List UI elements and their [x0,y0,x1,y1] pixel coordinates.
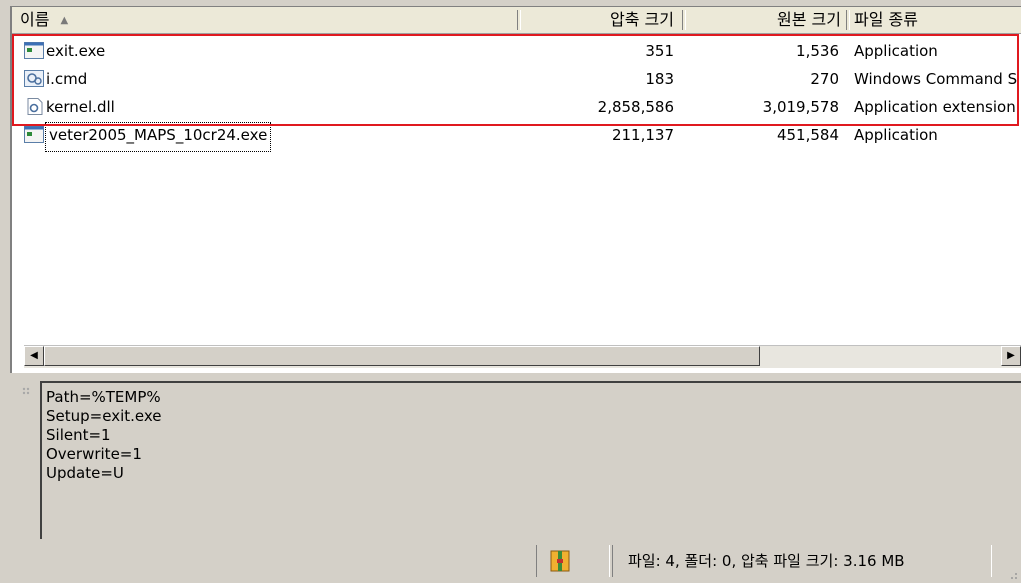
comment-line: Update=U [46,464,124,482]
dll-file-icon [27,98,43,115]
original-size: 3,019,578 [762,98,839,116]
column-name[interactable]: 이름 ▲ [20,7,520,33]
arrow-right-icon: ▶ [1007,350,1015,361]
comment-line: Overwrite=1 [46,445,142,463]
compressed-size: 2,858,586 [597,98,674,116]
scroll-left-button[interactable]: ◀ [24,346,44,366]
compressed-size: 183 [645,70,674,88]
file-name: kernel.dll [46,98,115,116]
file-name: i.cmd [46,70,88,88]
column-compressed-size[interactable]: 압축 크기 [522,7,680,33]
column-divider[interactable] [846,10,850,30]
file-name: exit.exe [46,42,106,60]
file-name: veter2005_MAPS_10cr24.exe [45,122,272,152]
file-type: Application [854,126,938,144]
file-type: Application extension [854,98,1016,116]
scrollbar-thumb[interactable] [44,346,760,366]
compressed-size: 351 [645,42,674,60]
archive-comment-panel: Path=%TEMP% Setup=exit.exe Silent=1 Over… [40,381,1021,539]
status-segment [536,545,610,577]
column-original-size[interactable]: 원본 크기 [687,7,847,33]
column-divider[interactable] [517,10,521,30]
archive-icon[interactable] [549,549,571,573]
file-list-panel: 이름 ▲ 압축 크기 원본 크기 파일 종류 exit.exe 351 1,53… [10,6,1021,373]
column-header: 이름 ▲ 압축 크기 원본 크기 파일 종류 [12,7,1021,34]
original-size: 270 [810,70,839,88]
exe-file-icon [24,42,44,59]
resize-grip-icon[interactable] [1005,567,1019,581]
comment-line: Setup=exit.exe [46,407,162,425]
splitter-grip-icon[interactable] [20,385,36,401]
table-row[interactable]: kernel.dll 2,858,586 3,019,578 Applicati… [12,93,1021,121]
comment-line: Silent=1 [46,426,111,444]
table-row[interactable]: i.cmd 183 270 Windows Command S [12,65,1021,93]
archive-summary-text: 파일: 4, 폴더: 0, 압축 파일 크기: 3.16 MB [628,552,905,570]
table-row-focused[interactable]: veter2005_MAPS_10cr24.exe 211,137 451,58… [12,121,1021,152]
status-bar: 파일: 4, 폴더: 0, 압축 파일 크기: 3.16 MB [0,543,1021,583]
arrow-left-icon: ◀ [30,350,38,361]
cmd-file-icon [24,70,44,87]
file-type: Application [854,42,938,60]
scroll-right-button[interactable]: ▶ [1001,346,1021,366]
horizontal-scrollbar[interactable]: ◀ ▶ [24,345,1021,368]
original-size: 1,536 [796,42,839,60]
file-type: Windows Command S [854,70,1018,88]
compressed-size: 211,137 [611,126,674,144]
table-row[interactable]: exit.exe 351 1,536 Application [12,37,1021,65]
original-size: 451,584 [776,126,839,144]
comment-line: Path=%TEMP% [46,388,161,406]
exe-file-icon [24,126,44,143]
sort-ascending-icon: ▲ [60,15,69,26]
column-divider[interactable] [682,10,686,30]
column-file-type[interactable]: 파일 종류 [854,7,1021,33]
